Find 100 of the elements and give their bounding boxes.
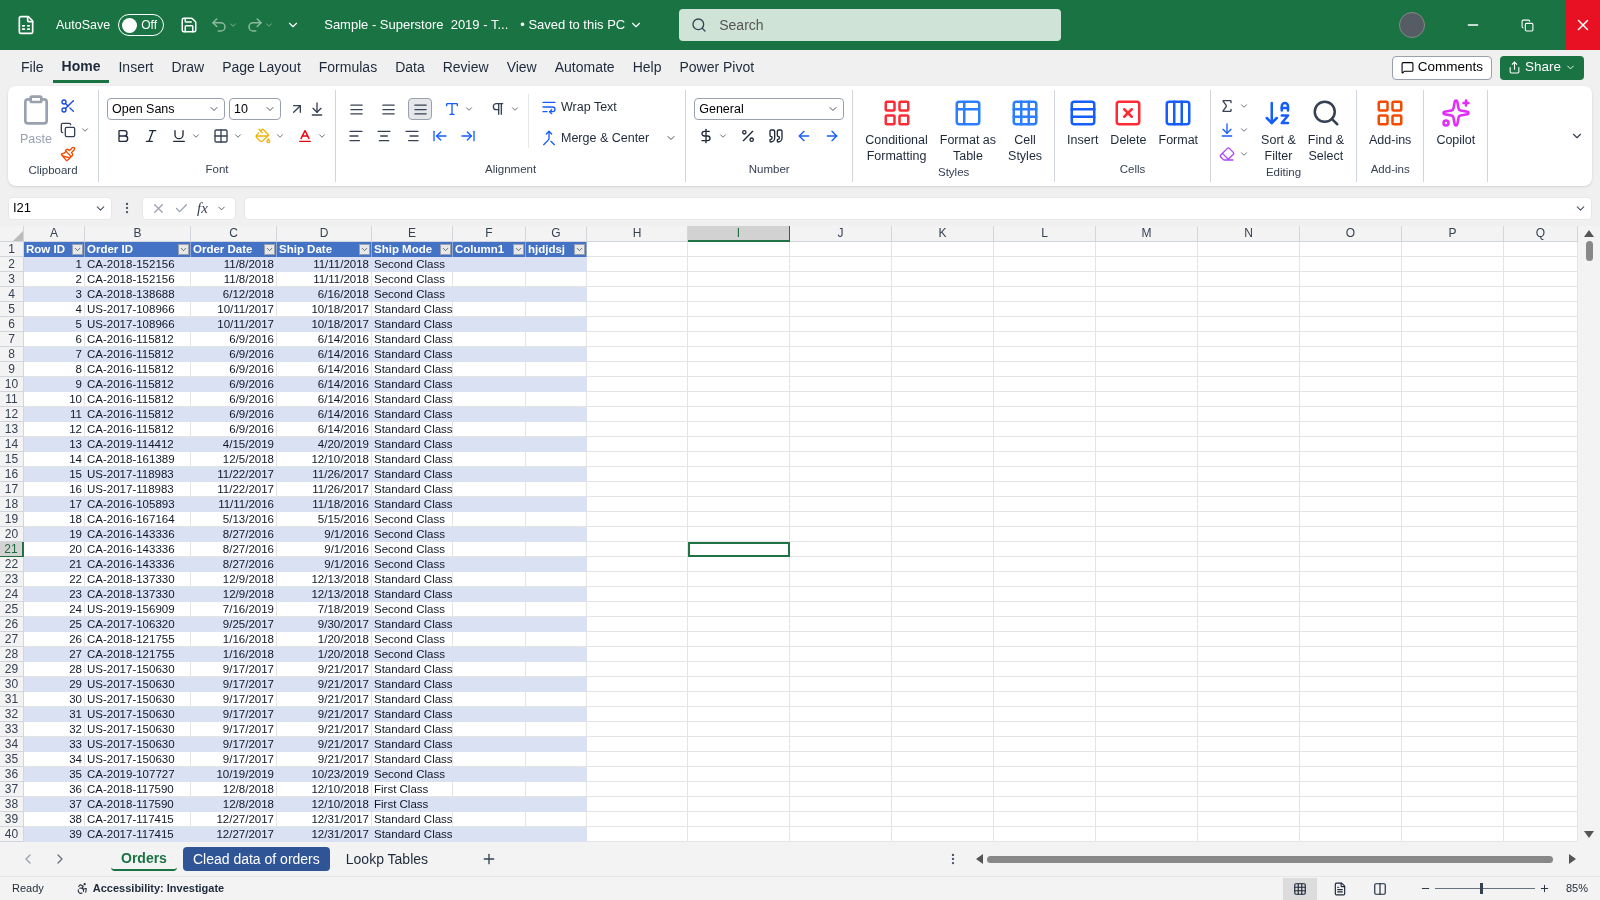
grid-cell[interactable]: [688, 392, 790, 407]
filter-dropdown[interactable]: [178, 244, 189, 255]
grid-cell[interactable]: [1198, 722, 1300, 737]
grid-cell[interactable]: [587, 257, 688, 272]
number-format-dropdown[interactable]: General: [694, 98, 845, 120]
grid-cell[interactable]: [1198, 392, 1300, 407]
grid-cell[interactable]: [790, 377, 892, 392]
sheet-tab[interactable]: Lookp Tables: [335, 847, 439, 871]
caret-icon[interactable]: [80, 125, 90, 135]
grid-cell[interactable]: [1300, 677, 1402, 692]
grid-cell[interactable]: [790, 302, 892, 317]
grid-cell[interactable]: [892, 677, 994, 692]
grid-cell[interactable]: [1402, 287, 1504, 302]
vertical-align-button[interactable]: [408, 98, 432, 120]
row-header[interactable]: 6: [0, 317, 24, 332]
column-header[interactable]: B: [85, 226, 191, 242]
grid-cell[interactable]: [892, 632, 994, 647]
grid-cell[interactable]: [1096, 287, 1198, 302]
comments-button[interactable]: Comments: [1391, 55, 1492, 80]
grid-cell[interactable]: [1402, 302, 1504, 317]
row-header[interactable]: 9: [0, 362, 24, 377]
grid-cell[interactable]: [994, 287, 1096, 302]
grid-cell[interactable]: [1402, 557, 1504, 572]
caret-icon[interactable]: [718, 131, 729, 141]
grid-cell[interactable]: [892, 602, 994, 617]
grid-cell[interactable]: [1198, 707, 1300, 722]
grid-cell[interactable]: [1300, 377, 1402, 392]
grid-cell[interactable]: [790, 722, 892, 737]
row-header[interactable]: 34: [0, 737, 24, 752]
grid-cell[interactable]: [1198, 677, 1300, 692]
grid-cell[interactable]: [1402, 437, 1504, 452]
grid-cell[interactable]: [1096, 422, 1198, 437]
grid-cell[interactable]: [1198, 437, 1300, 452]
filter-dropdown[interactable]: [359, 244, 370, 255]
grid-cell[interactable]: [587, 242, 688, 257]
grid-cell[interactable]: [994, 272, 1096, 287]
grid-cell[interactable]: [1096, 797, 1198, 812]
menu-tab[interactable]: Draw: [162, 52, 214, 83]
borders-icon[interactable]: [213, 128, 229, 144]
grid-cell[interactable]: [587, 377, 688, 392]
row-header[interactable]: 23: [0, 572, 24, 587]
grid-cell[interactable]: [1300, 752, 1402, 767]
grid-cell[interactable]: [587, 797, 688, 812]
merge-center-button[interactable]: Merge & Center: [541, 128, 650, 148]
row-header[interactable]: 20: [0, 527, 24, 542]
grid-cell[interactable]: [1198, 512, 1300, 527]
grid-cell[interactable]: [790, 797, 892, 812]
grid-cell[interactable]: [688, 587, 790, 602]
grid-cell[interactable]: [892, 812, 994, 827]
row-header[interactable]: 39: [0, 812, 24, 827]
grid-cell[interactable]: [587, 647, 688, 662]
grid-cell[interactable]: [587, 812, 688, 827]
grid-cell[interactable]: [688, 527, 790, 542]
row-header[interactable]: 8: [0, 347, 24, 362]
grid-cell[interactable]: [1402, 392, 1504, 407]
grid-cell[interactable]: [1198, 272, 1300, 287]
grid-cell[interactable]: [1198, 302, 1300, 317]
ribbon-button[interactable]: Sort & Filter: [1257, 94, 1300, 164]
grid-cell[interactable]: [994, 467, 1096, 482]
grid-cell[interactable]: [994, 542, 1096, 557]
grid-cell[interactable]: [790, 662, 892, 677]
row-header[interactable]: 33: [0, 722, 24, 737]
grid-cell[interactable]: [1300, 347, 1402, 362]
grid-cell[interactable]: [1096, 257, 1198, 272]
grid-cell[interactable]: [1198, 287, 1300, 302]
row-header[interactable]: 1: [0, 242, 24, 257]
grid-cell[interactable]: [587, 527, 688, 542]
name-box[interactable]: I21: [8, 196, 112, 220]
grid-cell[interactable]: [587, 767, 688, 782]
grid-cell[interactable]: [994, 632, 1096, 647]
filter-dropdown[interactable]: [440, 244, 451, 255]
grid-cell[interactable]: [688, 752, 790, 767]
column-header[interactable]: E: [372, 226, 453, 242]
grid-cell[interactable]: [1300, 242, 1402, 257]
grid-cell[interactable]: [790, 767, 892, 782]
ribbon-button[interactable]: Conditional Formatting: [861, 94, 932, 164]
grid-cell[interactable]: [1096, 242, 1198, 257]
grid-cell[interactable]: [587, 662, 688, 677]
grid-cell[interactable]: [688, 332, 790, 347]
font-size-dropdown[interactable]: 10: [229, 98, 281, 120]
grid-cell[interactable]: [790, 287, 892, 302]
column-header[interactable]: M: [1096, 226, 1198, 242]
row-header[interactable]: 25: [0, 602, 24, 617]
row-header[interactable]: 28: [0, 647, 24, 662]
grid-cell[interactable]: [994, 302, 1096, 317]
filter-dropdown[interactable]: [72, 244, 83, 255]
grid-cell[interactable]: [1402, 332, 1504, 347]
grid-cell[interactable]: [688, 422, 790, 437]
grid-cell[interactable]: [790, 752, 892, 767]
grid-cell[interactable]: [994, 797, 1096, 812]
grid-cell[interactable]: [994, 557, 1096, 572]
row-header[interactable]: 38: [0, 797, 24, 812]
grid-cell[interactable]: [688, 737, 790, 752]
grid-cell[interactable]: [790, 737, 892, 752]
ribbon-button[interactable]: Cell Styles: [1004, 94, 1047, 164]
grid-cell[interactable]: [994, 392, 1096, 407]
grid-cell[interactable]: [688, 377, 790, 392]
grid-cell[interactable]: [688, 287, 790, 302]
grid-cell[interactable]: [892, 572, 994, 587]
save-icon[interactable]: [180, 16, 199, 34]
